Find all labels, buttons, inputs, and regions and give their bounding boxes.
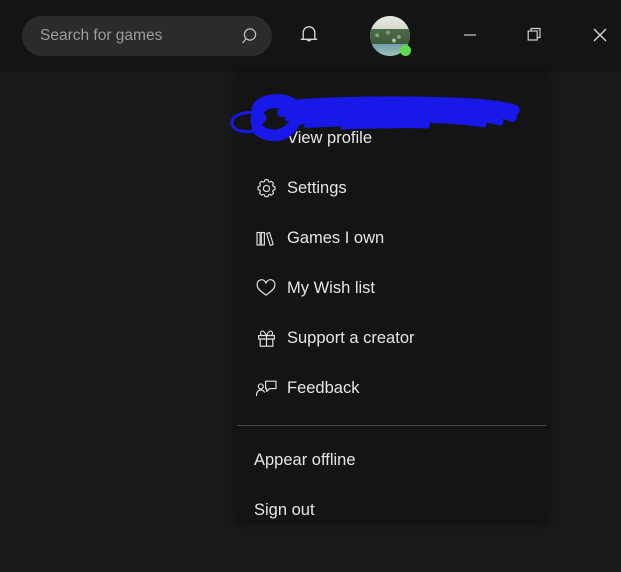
menu-item-sign-out[interactable]: Sign out: [236, 485, 548, 535]
menu-item-label: Appear offline: [254, 450, 356, 469]
account-avatar-button[interactable]: [370, 16, 411, 56]
restore-icon: [527, 27, 543, 48]
close-icon: [592, 27, 608, 48]
title-bar: [0, 0, 621, 72]
menu-item-label: View profile: [287, 128, 372, 147]
minimize-button[interactable]: [452, 19, 488, 55]
menu-divider: [237, 425, 546, 426]
menu-item-support-a-creator[interactable]: Support a creator: [236, 313, 548, 363]
account-dropdown-menu: View profile Settings Games I own My Wis…: [236, 72, 548, 520]
gift-icon: [254, 326, 278, 350]
feedback-icon: [254, 376, 278, 400]
status-badge: [400, 45, 411, 56]
heart-icon: [254, 276, 278, 300]
books-icon: [254, 226, 278, 250]
menu-item-settings[interactable]: Settings: [236, 163, 548, 213]
menu-item-appear-offline[interactable]: Appear offline: [236, 435, 548, 485]
menu-item-label: Feedback: [287, 378, 360, 397]
menu-item-my-wish-list[interactable]: My Wish list: [236, 263, 548, 313]
maximize-restore-button[interactable]: [517, 19, 553, 55]
menu-item-label: My Wish list: [287, 278, 375, 297]
gear-icon: [254, 176, 278, 200]
notifications-button[interactable]: [292, 20, 326, 54]
menu-item-label: Support a creator: [287, 328, 415, 347]
close-button[interactable]: [582, 19, 618, 55]
menu-item-games-i-own[interactable]: Games I own: [236, 213, 548, 263]
search-box[interactable]: [22, 16, 272, 56]
menu-item-label: Settings: [287, 178, 347, 197]
menu-item-label: Games I own: [287, 228, 385, 247]
menu-item-feedback[interactable]: Feedback: [236, 363, 548, 413]
search-input[interactable]: [40, 27, 240, 45]
search-icon[interactable]: [240, 25, 262, 47]
menu-item-label: Sign out: [254, 500, 315, 519]
bell-icon: [298, 23, 320, 51]
minimize-icon: [463, 28, 477, 47]
menu-item-view-profile[interactable]: View profile: [236, 113, 548, 163]
